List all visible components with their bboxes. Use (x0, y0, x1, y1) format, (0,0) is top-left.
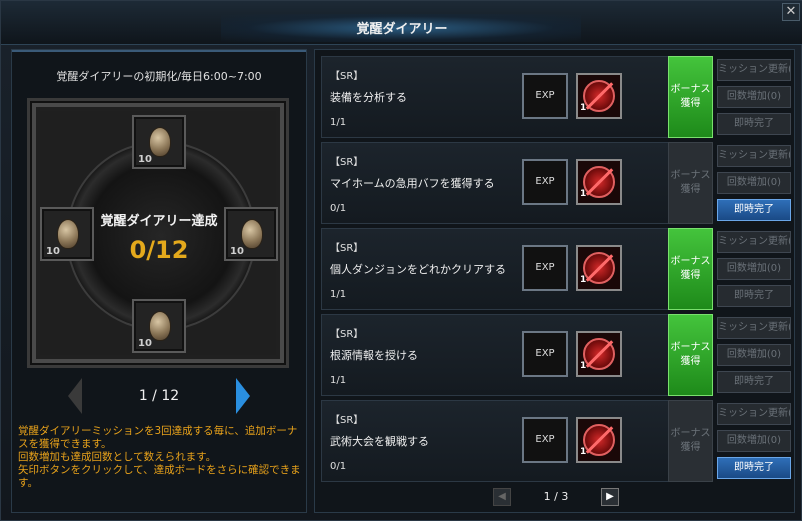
item-reward-slot[interactable]: 1 (576, 417, 622, 463)
bonus-claim-button[interactable]: ボーナス獲得 (668, 56, 713, 138)
count-increase-button[interactable]: 回数増加(0) (717, 344, 791, 366)
mission-name: 個人ダンジョンをどれかクリアする (330, 263, 506, 276)
prev-page-button[interactable]: ◀ (493, 488, 511, 506)
mission-refresh-button[interactable]: ミッション更新(0) (717, 231, 791, 253)
reward-slot-top[interactable]: 10 (132, 115, 186, 169)
count-increase-button[interactable]: 回数増加(0) (717, 430, 791, 452)
item-reward-slot[interactable]: 1 (576, 73, 622, 119)
title-bar: 覚醒ダイアリー (1, 1, 802, 45)
item-reward-slot[interactable]: 1 (576, 331, 622, 377)
mission-page-indicator: 1 / 3 (543, 490, 569, 503)
achievement-board: 10 10 10 10 (27, 98, 289, 368)
mission-name: マイホームの急用バフを獲得する (330, 177, 495, 190)
reward-qty: 1 (580, 361, 587, 371)
exp-reward-icon: EXP (522, 245, 568, 291)
egg-item-icon (149, 311, 171, 341)
mission-name: 装備を分析する (330, 91, 407, 104)
diary-window: 覚醒ダイアリー ✕ 覚醒ダイアリーの初期化/毎日6:00~7:00 10 10 … (0, 0, 802, 521)
item-reward-slot[interactable]: 1 (576, 159, 622, 205)
mission-grade: 【SR】 (330, 243, 364, 254)
reward-qty: 1 (580, 275, 587, 285)
close-button[interactable]: ✕ (782, 3, 800, 21)
mission-row: 【SR】 個人ダンジョンをどれかクリアする 1/1 EXP 1 (321, 228, 713, 310)
mission-refresh-button[interactable]: ミッション更新(0) (717, 403, 791, 425)
bonus-claim-button[interactable]: ボーナス獲得 (668, 314, 713, 396)
achievement-count: 0/12 (129, 236, 189, 264)
mission-progress: 0/1 (330, 461, 347, 472)
mission-grade: 【SR】 (330, 329, 364, 340)
note-line: 覚醒ダイアリーミッションを3回達成する毎に、追加ボーナスを獲得できます。 (18, 425, 298, 450)
slot-qty: 10 (138, 154, 152, 165)
next-page-button[interactable]: ▶ (601, 488, 619, 506)
mission-refresh-button[interactable]: ミッション更新(0) (717, 59, 791, 81)
mission-progress: 1/1 (330, 375, 347, 386)
mission-panel: 【SR】 装備を分析する 1/1 EXP 1 ボーナス獲得 ミッション更新(0)… (314, 49, 795, 513)
exp-reward-icon: EXP (522, 417, 568, 463)
instant-complete-button[interactable]: 即時完了 (717, 113, 791, 135)
mission-progress: 1/1 (330, 117, 347, 128)
exp-reward-icon: EXP (522, 73, 568, 119)
instant-complete-button[interactable]: 即時完了 (717, 285, 791, 307)
next-board-arrow-icon[interactable] (236, 378, 250, 414)
item-reward-slot[interactable]: 1 (576, 245, 622, 291)
note-line: 回数増加も達成回数として数えられます。 (18, 451, 217, 463)
panel-accent (12, 50, 306, 52)
mission-row: 【SR】 武術大会を観戦する 0/1 EXP 1 (321, 400, 713, 482)
mission-progress: 1/1 (330, 289, 347, 300)
mission-name: 根源情報を授ける (330, 349, 418, 362)
count-increase-button[interactable]: 回数増加(0) (717, 86, 791, 108)
reset-time-text: 覚醒ダイアリーの初期化/毎日6:00~7:00 (56, 70, 262, 83)
board-page-indicator: 1 / 12 (138, 388, 180, 404)
diary-notes: 覚醒ダイアリーミッションを3回達成する毎に、追加ボーナスを獲得できます。 回数増… (18, 425, 302, 490)
egg-item-icon (149, 127, 171, 157)
achievement-label: 覚醒ダイアリー達成 (100, 214, 218, 229)
board-pager: 1 / 12 (12, 378, 306, 414)
reward-slot-bottom[interactable]: 10 (132, 299, 186, 353)
mission-name: 武術大会を観戦する (330, 435, 429, 448)
bonus-claim-button[interactable]: ボーナス獲得 (668, 400, 713, 482)
count-increase-button[interactable]: 回数増加(0) (717, 172, 791, 194)
instant-complete-button[interactable]: 即時完了 (717, 371, 791, 393)
mission-pager: ◀ 1 / 3 ▶ (315, 488, 794, 508)
mission-refresh-button[interactable]: ミッション更新(0) (717, 317, 791, 339)
note-line: 矢印ボタンをクリックして、達成ボードをさらに確認できます。 (18, 464, 301, 489)
reward-qty: 1 (580, 189, 587, 199)
mission-refresh-button[interactable]: ミッション更新(0) (717, 145, 791, 167)
mission-progress: 0/1 (330, 203, 347, 214)
count-increase-button[interactable]: 回数増加(0) (717, 258, 791, 280)
mission-row: 【SR】 装備を分析する 1/1 EXP 1 (321, 56, 713, 138)
exp-reward-icon: EXP (522, 331, 568, 377)
instant-complete-button[interactable]: 即時完了 (717, 199, 791, 221)
bonus-claim-button[interactable]: ボーナス獲得 (668, 142, 713, 224)
mission-grade: 【SR】 (330, 415, 364, 426)
slot-qty: 10 (138, 338, 152, 349)
mission-grade: 【SR】 (330, 71, 364, 82)
reward-qty: 1 (580, 103, 587, 113)
reward-qty: 1 (580, 447, 587, 457)
exp-reward-icon: EXP (522, 159, 568, 205)
mission-row: 【SR】 マイホームの急用バフを獲得する 0/1 EXP 1 (321, 142, 713, 224)
bonus-claim-button[interactable]: ボーナス獲得 (668, 228, 713, 310)
window-title: 覚醒ダイアリー (356, 22, 448, 37)
instant-complete-button[interactable]: 即時完了 (717, 457, 791, 479)
achievement-panel: 覚醒ダイアリーの初期化/毎日6:00~7:00 10 10 10 10 覚醒ダイ… (11, 49, 307, 513)
mission-row: 【SR】 根源情報を授ける 1/1 EXP 1 (321, 314, 713, 396)
mission-grade: 【SR】 (330, 157, 364, 168)
